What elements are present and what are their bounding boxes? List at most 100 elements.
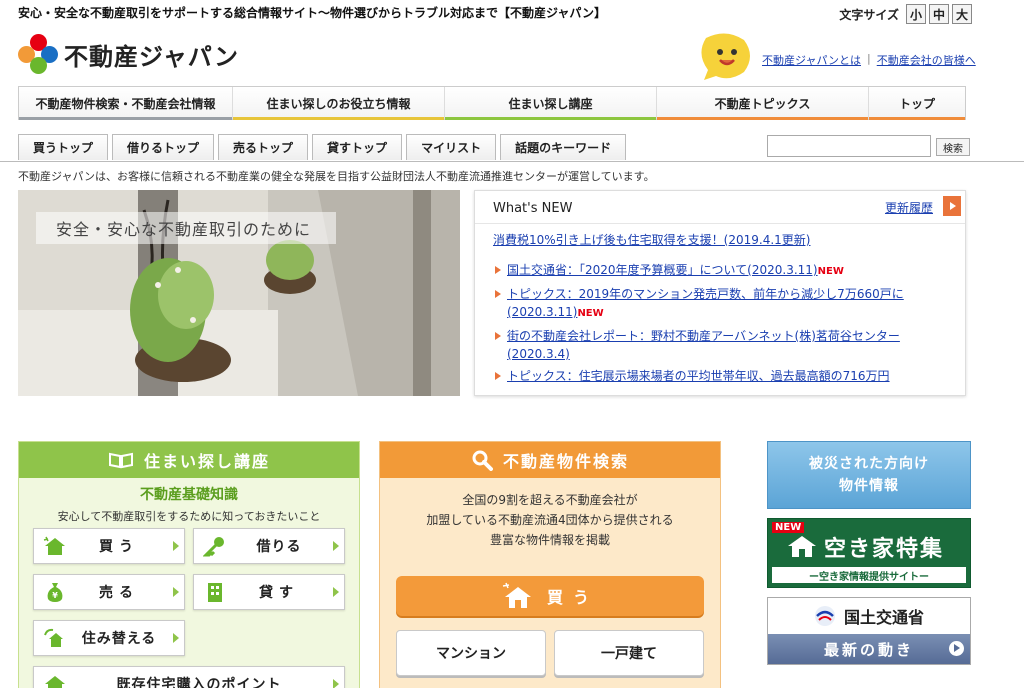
about-link[interactable]: 不動産ジャパンとは bbox=[762, 52, 861, 68]
new-badge: NEW bbox=[772, 522, 805, 533]
description-line: 全国の9割を超える不動産会社が bbox=[462, 493, 638, 507]
list-item: 街の不動産会社レポート：野村不動産アーバンネット(株)茗荷谷センター(2020.… bbox=[493, 327, 933, 363]
nav-useful-info[interactable]: 住まい探しのお役立ち情報 bbox=[233, 87, 445, 120]
arrow-right-icon bbox=[328, 587, 344, 597]
course-panel: 住まい探し講座 不動産基礎知識 安心して不動産取引をするために知っておきたいこと… bbox=[18, 441, 360, 688]
mlit-banner[interactable]: 国土交通省 最新の動き bbox=[767, 597, 971, 665]
course-subtitle: 不動産基礎知識 bbox=[140, 487, 238, 503]
tab-lease-top[interactable]: 貸すトップ bbox=[312, 134, 403, 160]
sub-navigation: 買うトップ 借りるトップ 売るトップ 貸すトップ マイリスト 話題のキーワード bbox=[18, 134, 627, 160]
property-search-panel: 不動産物件検索 全国の9割を超える不動産会社が 加盟している不動産流通4団体から… bbox=[379, 441, 721, 688]
house-icon bbox=[502, 582, 531, 608]
disaster-line: 被災された方向け bbox=[809, 456, 929, 472]
property-search-description: 全国の9割を超える不動産会社が 加盟している不動産流通4団体から提供される 豊富… bbox=[380, 490, 720, 550]
site-tagline: 安心・安全な不動産取引をサポートする総合情報サイト～物件選びからトラブル対応まで… bbox=[18, 6, 607, 20]
header-links: 不動産ジャパンとは | 不動産会社の皆様へ bbox=[762, 52, 976, 68]
course-existing-label: 既存住宅購入のポイント bbox=[116, 677, 282, 688]
news-headline-link[interactable]: 消費税10%引き上げ後も住宅取得を支援！(2019.4.1更新) bbox=[493, 231, 810, 248]
hero-caption: 安全・安心な不動産取引のために bbox=[36, 212, 336, 244]
akiya-banner[interactable]: NEW 空き家特集 ー空き家情報提供サイトー bbox=[767, 518, 971, 588]
news-item-link[interactable]: 街の不動産会社レポート：野村不動産アーバンネット(株)茗荷谷センター(2020.… bbox=[507, 329, 900, 361]
arrow-right-icon bbox=[168, 633, 184, 643]
course-lease-label: 貸す bbox=[259, 585, 299, 601]
logo-mark-icon bbox=[18, 34, 58, 74]
tab-mylist[interactable]: マイリスト bbox=[406, 134, 497, 160]
news-item-link[interactable]: 国土交通省：「2020年度予算概要」について(2020.3.11) bbox=[507, 263, 818, 277]
search-input[interactable] bbox=[767, 135, 931, 157]
house-icon bbox=[40, 535, 70, 557]
course-move-button[interactable]: 住み替える bbox=[33, 620, 185, 656]
list-item: トピックス：2019年のマンション発売戸数、前年から減少し7万660戸に(202… bbox=[493, 285, 933, 323]
disaster-banner[interactable]: 被災された方向け 物件情報 bbox=[767, 441, 971, 509]
arrow-right-icon[interactable] bbox=[943, 196, 961, 216]
course-move-label: 住み替える bbox=[81, 631, 157, 647]
update-history-link[interactable]: 更新履歴 bbox=[885, 199, 933, 216]
operator-notice: 不動産ジャパンは、お客様に信頼される不動産業の健全な発展を目指す公益財団法人不動… bbox=[18, 170, 655, 183]
mascot-icon bbox=[701, 33, 750, 80]
mlit-logo-icon bbox=[814, 606, 835, 626]
description-line: 加盟している不動産流通4団体から提供される bbox=[426, 513, 674, 527]
whats-new-heading: What's NEW bbox=[493, 201, 573, 216]
course-sell-label: 売る bbox=[99, 585, 139, 601]
arrow-right-icon bbox=[328, 679, 344, 688]
akiya-title: 空き家特集 bbox=[824, 537, 945, 562]
course-description: 安心して不動産取引をするために知っておきたいこと bbox=[57, 510, 321, 523]
font-size-large-button[interactable]: 大 bbox=[952, 4, 972, 24]
mansion-button[interactable]: マンション bbox=[396, 630, 546, 676]
course-buy-button[interactable]: 買う bbox=[33, 528, 185, 564]
detached-house-button[interactable]: 一戸建て bbox=[554, 630, 704, 676]
mlit-top: 国土交通省 bbox=[768, 598, 970, 634]
course-sell-button[interactable]: ¥ 売る bbox=[33, 574, 185, 610]
news-list: 国土交通省：「2020年度予算概要」について(2020.3.11) NEW トピッ… bbox=[493, 261, 933, 389]
property-search-header[interactable]: 不動産物件検索 bbox=[380, 442, 720, 478]
key-icon bbox=[200, 535, 230, 557]
mlit-title: 国土交通省 bbox=[843, 608, 924, 627]
news-divider bbox=[475, 223, 965, 224]
tab-keywords[interactable]: 話題のキーワード bbox=[500, 134, 627, 160]
site-logo[interactable]: 不動産ジャパン bbox=[18, 34, 239, 74]
building-icon bbox=[200, 581, 230, 603]
course-header[interactable]: 住まい探し講座 bbox=[19, 442, 359, 478]
house-swap-icon bbox=[40, 627, 70, 649]
whats-new-panel: What's NEW 更新履歴 消費税10%引き上げ後も住宅取得を支援！(201… bbox=[474, 190, 966, 396]
arrow-circle-icon bbox=[949, 641, 964, 656]
property-buy-button[interactable]: 買う bbox=[396, 576, 704, 616]
course-existing-button[interactable]: 既存住宅購入のポイント bbox=[33, 666, 345, 688]
logo-text: 不動産ジャパン bbox=[64, 42, 239, 71]
new-badge: NEW bbox=[577, 308, 604, 319]
disaster-line: 物件情報 bbox=[839, 478, 899, 494]
money-bag-icon: ¥ bbox=[40, 581, 70, 603]
svg-text:¥: ¥ bbox=[52, 591, 58, 600]
course-rent-button[interactable]: 借りる bbox=[193, 528, 345, 564]
search-icon bbox=[472, 450, 493, 471]
house-icon bbox=[788, 536, 816, 557]
nav-property-search[interactable]: 不動産物件検索・不動産会社情報 bbox=[19, 87, 233, 120]
mlit-bottom: 最新の動き bbox=[768, 634, 970, 664]
mlit-subtitle: 最新の動き bbox=[823, 640, 914, 659]
course-lease-button[interactable]: 貸す bbox=[193, 574, 345, 610]
link-separator: | bbox=[867, 52, 871, 65]
for-agents-link[interactable]: 不動産会社の皆様へ bbox=[877, 52, 976, 68]
font-size-small-button[interactable]: 小 bbox=[906, 4, 926, 24]
course-title: 住まい探し講座 bbox=[143, 452, 270, 471]
font-size-label: 文字サイズ bbox=[839, 7, 899, 22]
tab-rent-top[interactable]: 借りるトップ bbox=[112, 134, 215, 160]
nav-top[interactable]: トップ bbox=[869, 87, 965, 120]
akiya-subtitle: ー空き家情報提供サイトー bbox=[772, 567, 966, 583]
subnav-divider bbox=[0, 161, 1024, 162]
font-size-medium-button[interactable]: 中 bbox=[929, 4, 949, 24]
search-button[interactable]: 検索 bbox=[936, 138, 970, 156]
nav-topics[interactable]: 不動産トピックス bbox=[657, 87, 869, 120]
property-search-title: 不動産物件検索 bbox=[502, 452, 629, 471]
hero-image[interactable]: 安全・安心な不動産取引のために bbox=[18, 190, 460, 396]
news-item-link[interactable]: トピックス：住宅展示場来場者の平均世帯年収、過去最高額の716万円 bbox=[507, 369, 890, 383]
nav-course[interactable]: 住まい探し講座 bbox=[445, 87, 657, 120]
course-buy-label: 買う bbox=[99, 539, 139, 555]
tab-sell-top[interactable]: 売るトップ bbox=[218, 134, 309, 160]
tab-buy-top[interactable]: 買うトップ bbox=[18, 134, 109, 160]
main-navigation: 不動産物件検索・不動産会社情報 住まい探しのお役立ち情報 住まい探し講座 不動産… bbox=[18, 86, 966, 120]
font-size-control: 文字サイズ 小 中 大 bbox=[839, 4, 972, 24]
news-item-link[interactable]: トピックス：2019年のマンション発売戸数、前年から減少し7万660戸に(202… bbox=[507, 287, 904, 319]
course-rent-label: 借りる bbox=[256, 539, 302, 555]
arrow-right-icon bbox=[168, 541, 184, 551]
